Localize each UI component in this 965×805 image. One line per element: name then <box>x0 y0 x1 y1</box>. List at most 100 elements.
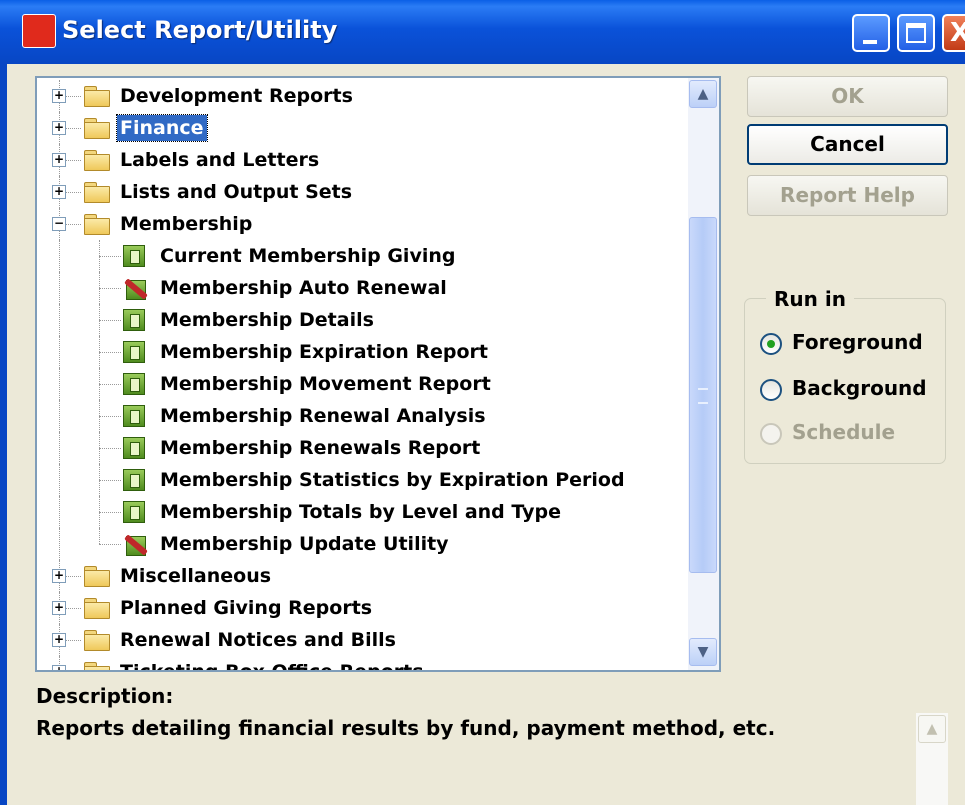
minimize-button[interactable] <box>852 14 890 52</box>
tree-connector <box>59 432 60 464</box>
report-icon <box>123 245 145 267</box>
scroll-up-icon[interactable]: ▲ <box>689 80 717 108</box>
tree-item-label[interactable]: Finance <box>116 114 208 142</box>
report-icon <box>123 341 145 363</box>
tree-folder-row[interactable]: + Development Reports <box>37 80 687 112</box>
tree-item-label[interactable]: Membership Renewal Analysis <box>157 403 489 429</box>
tree-folder-row[interactable]: + Renewal Notices and Bills <box>37 624 687 656</box>
tree-report-row[interactable]: Membership Update Utility <box>37 528 687 560</box>
tree-report-row[interactable]: Membership Renewals Report <box>37 432 687 464</box>
tree-report-row[interactable]: Membership Auto Renewal <box>37 272 687 304</box>
tree-connector <box>59 368 60 400</box>
tree-connector <box>59 336 60 368</box>
folder-icon <box>84 630 110 651</box>
tree-connector <box>59 400 60 432</box>
tree-item-label[interactable]: Membership Statistics by Expiration Peri… <box>157 467 628 493</box>
tree-item-label[interactable]: Ticketing Box Office Reports <box>117 659 427 670</box>
expand-icon[interactable]: + <box>52 185 66 199</box>
ok-button[interactable]: OK <box>747 76 948 117</box>
tree-connector <box>99 480 121 481</box>
tree-connector <box>99 416 121 417</box>
tree-item-label[interactable]: Membership Movement Report <box>157 371 494 397</box>
utility-icon <box>123 277 148 301</box>
scroll-thumb[interactable] <box>689 217 717 573</box>
folder-icon <box>84 566 110 587</box>
folder-icon <box>84 118 110 139</box>
tree-item-label[interactable]: Renewal Notices and Bills <box>117 627 399 653</box>
title-bar[interactable]: Select Report/Utility X <box>0 0 965 64</box>
minimize-icon <box>863 40 877 44</box>
tree-item-label[interactable]: Development Reports <box>117 83 356 109</box>
tree-item-label[interactable]: Membership Details <box>157 307 377 333</box>
expand-icon[interactable]: + <box>52 569 66 583</box>
expand-icon[interactable]: + <box>52 665 66 670</box>
report-icon <box>123 469 145 491</box>
tree-connector <box>99 320 121 321</box>
tree-item-label[interactable]: Membership <box>117 211 255 237</box>
tree-item-label[interactable]: Current Membership Giving <box>157 243 458 269</box>
grip-icon <box>698 388 708 404</box>
tree-connector <box>59 304 60 336</box>
folder-icon <box>84 598 110 619</box>
description-label: Description: <box>36 684 174 708</box>
window-title: Select Report/Utility <box>62 16 338 44</box>
description-text: Reports detailing financial results by f… <box>36 716 776 740</box>
tree-item-label[interactable]: Miscellaneous <box>117 563 274 589</box>
tree-item-label[interactable]: Membership Update Utility <box>157 531 452 557</box>
tree-item-label[interactable]: Membership Totals by Level and Type <box>157 499 564 525</box>
tree-folder-row[interactable]: + Lists and Output Sets <box>37 176 687 208</box>
close-button[interactable]: X <box>942 14 965 52</box>
description-scrollbar[interactable]: ▲ <box>916 713 948 805</box>
tree-item-label[interactable]: Membership Renewals Report <box>157 435 483 461</box>
tree-connector <box>59 528 60 560</box>
tree-folder-row[interactable]: + Ticketing Box Office Reports <box>37 656 687 670</box>
tree-connector <box>99 544 121 545</box>
tree-report-row[interactable]: Membership Statistics by Expiration Peri… <box>37 464 687 496</box>
report-icon <box>123 373 145 395</box>
close-icon: X <box>950 18 965 48</box>
expand-icon[interactable]: + <box>52 633 66 647</box>
tree-report-row[interactable]: Membership Totals by Level and Type <box>37 496 687 528</box>
tree-report-row[interactable]: Membership Expiration Report <box>37 336 687 368</box>
tree-item-label[interactable]: Membership Expiration Report <box>157 339 491 365</box>
tree-item-label[interactable]: Planned Giving Reports <box>117 595 375 621</box>
tree-item-label[interactable]: Membership Auto Renewal <box>157 275 450 301</box>
folder-icon <box>84 662 110 670</box>
window-frame <box>0 64 7 805</box>
tree-connector <box>99 512 121 513</box>
expand-icon[interactable]: + <box>52 601 66 615</box>
tree-scrollbar[interactable]: ▲ ▼ <box>688 78 719 670</box>
tree-report-row[interactable]: Membership Renewal Analysis <box>37 400 687 432</box>
folder-icon <box>84 182 110 203</box>
tree-folder-row[interactable]: + Miscellaneous <box>37 560 687 592</box>
tree-item-label[interactable]: Labels and Letters <box>117 147 322 173</box>
expand-icon[interactable]: + <box>52 121 66 135</box>
folder-open-icon <box>84 214 110 235</box>
maximize-button[interactable] <box>897 14 935 52</box>
radio-schedule-label: Schedule <box>792 420 896 444</box>
tree-folder-row[interactable]: − Membership <box>37 208 687 240</box>
scroll-up-icon[interactable]: ▲ <box>918 715 946 743</box>
radio-background-label: Background <box>792 376 927 400</box>
report-icon <box>123 405 145 427</box>
collapse-icon[interactable]: − <box>52 217 66 231</box>
report-tree[interactable]: + Development Reports + Finance + Labels and … <box>35 76 721 672</box>
radio-circle-icon <box>760 333 782 355</box>
tree-folder-row[interactable]: + Planned Giving Reports <box>37 592 687 624</box>
report-icon <box>123 437 145 459</box>
select-report-dialog: Select Report/Utility X + Development Rep… <box>0 0 965 805</box>
cancel-button[interactable]: Cancel <box>747 124 948 165</box>
report-help-button[interactable]: Report Help <box>747 175 948 216</box>
expand-icon[interactable]: + <box>52 89 66 103</box>
tree-folder-row[interactable]: + Finance <box>37 112 687 144</box>
tree-report-row[interactable]: Membership Details <box>37 304 687 336</box>
folder-icon <box>84 86 110 107</box>
run-in-legend: Run in <box>766 287 854 311</box>
tree-item-label[interactable]: Lists and Output Sets <box>117 179 355 205</box>
expand-icon[interactable]: + <box>52 153 66 167</box>
tree-report-row[interactable]: Current Membership Giving <box>37 240 687 272</box>
scroll-down-icon[interactable]: ▼ <box>689 638 717 666</box>
tree-folder-row[interactable]: + Labels and Letters <box>37 144 687 176</box>
utility-icon <box>123 533 148 557</box>
tree-report-row[interactable]: Membership Movement Report <box>37 368 687 400</box>
